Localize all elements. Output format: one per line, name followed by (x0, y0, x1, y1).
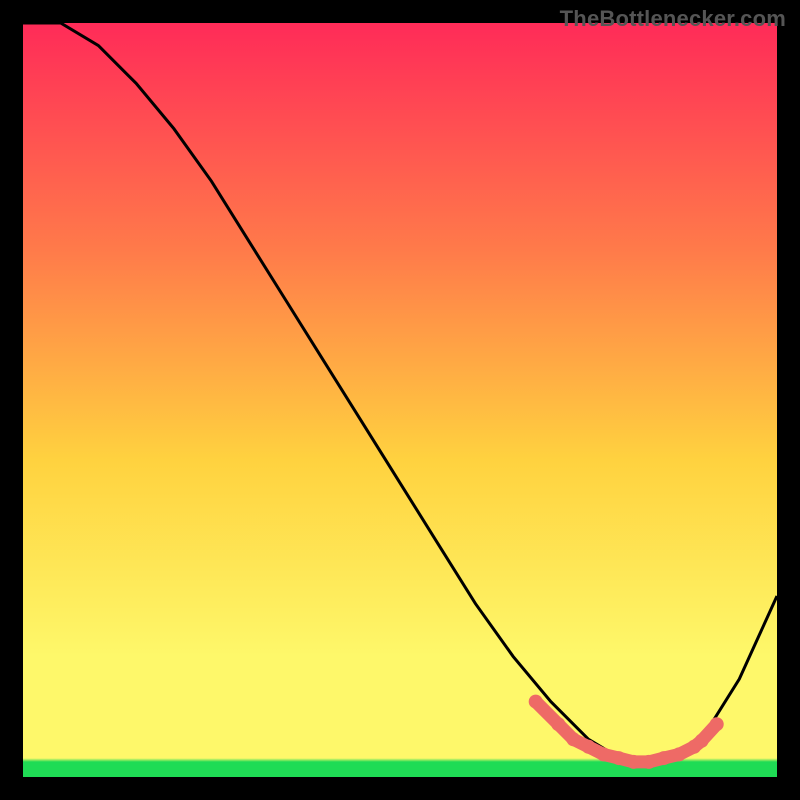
optimal-marker (657, 751, 671, 765)
optimal-marker (695, 734, 709, 748)
chart-svg (23, 23, 777, 777)
plot-area (23, 23, 777, 777)
optimal-marker (529, 695, 543, 709)
optimal-marker (627, 755, 641, 769)
optimal-marker (582, 740, 596, 754)
optimal-marker (551, 717, 565, 731)
gradient-background (23, 23, 777, 777)
optimal-marker (672, 747, 686, 761)
chart-frame: TheBottlenecker.com (0, 0, 800, 800)
optimal-marker (566, 732, 580, 746)
optimal-marker (642, 755, 656, 769)
optimal-marker (597, 747, 611, 761)
attribution-label: TheBottlenecker.com (560, 6, 786, 32)
optimal-marker (710, 717, 724, 731)
optimal-marker (612, 751, 626, 765)
